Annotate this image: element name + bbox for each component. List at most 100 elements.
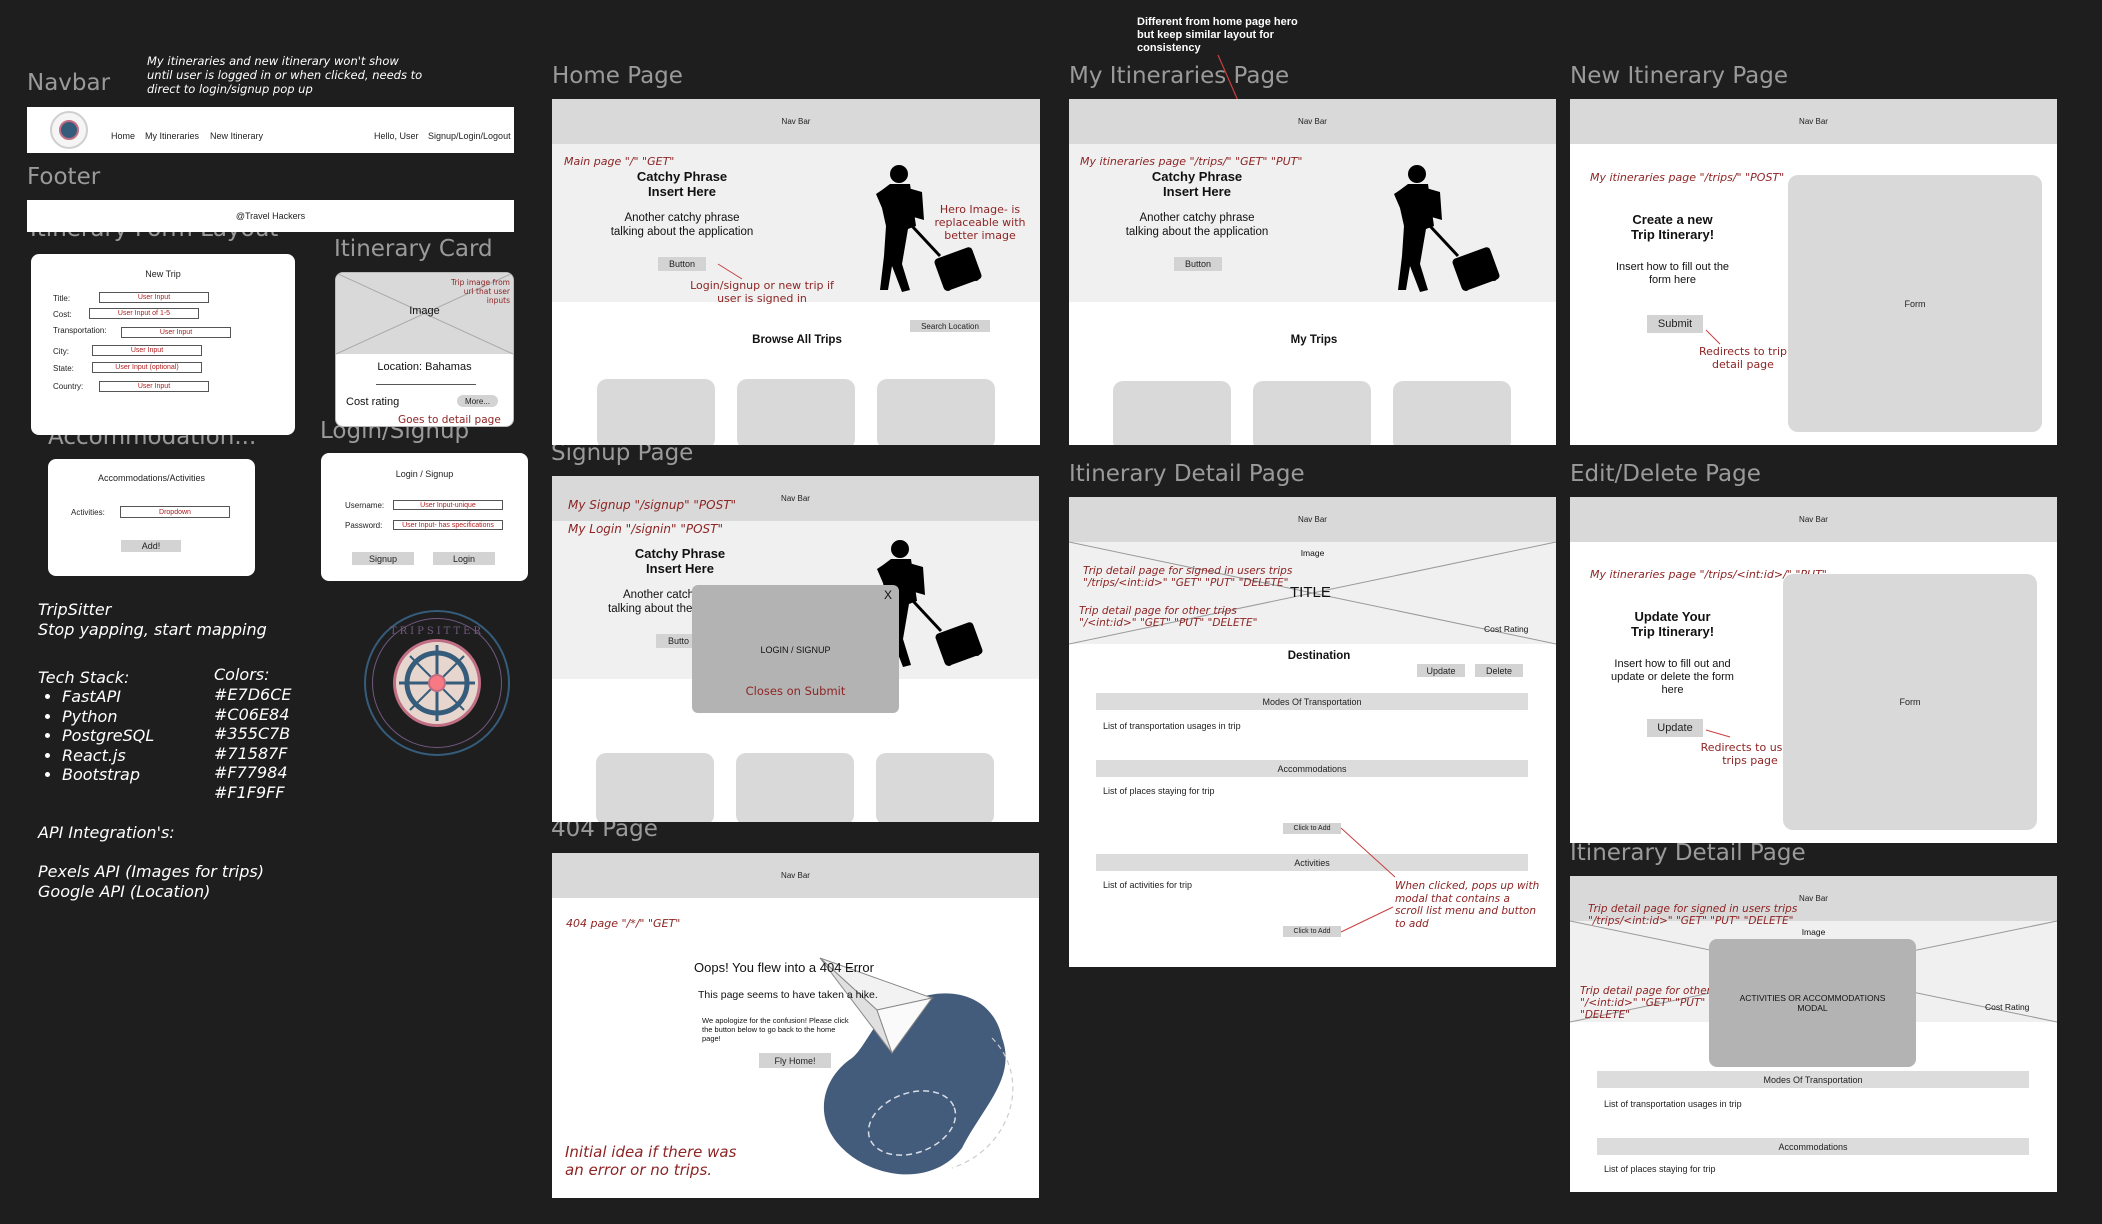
detail-route-other: Trip detail page for other trips "/<int:… xyxy=(1079,605,1258,629)
detail-route-signed-in: Trip detail page for signed in users tri… xyxy=(1083,565,1293,589)
detail-destination: Destination xyxy=(1287,650,1351,662)
myitin-route: My itineraries page "/trips/" "GET" "PUT… xyxy=(1080,155,1303,168)
detail2-route-other: Trip detail page for other "/<int:id>" "… xyxy=(1580,985,1711,1021)
color-item: #F77984 xyxy=(214,763,288,782)
card-image-note: Trip image from url that user inputs xyxy=(451,278,510,305)
home-trip-card[interactable] xyxy=(737,379,855,445)
detail-accom-list: List of places staying for trip xyxy=(1103,786,1215,796)
home-sub-1: Another catchy phrase xyxy=(624,212,740,224)
myitin-trip-card[interactable] xyxy=(1253,381,1371,445)
form-label-country: Country: xyxy=(53,382,84,391)
newitin-route: My itineraries page "/trips/" "POST" xyxy=(1590,171,1785,184)
p404-apology: We apologize for the confusion! Please c… xyxy=(702,1016,849,1043)
home-trip-card[interactable] xyxy=(597,379,715,445)
edit-form[interactable]: Form xyxy=(1783,574,2037,830)
detail-image-label: Image xyxy=(1300,548,1325,558)
myitin-catchy-1: Catchy Phrase xyxy=(1151,169,1243,184)
detail2-route-signed-in: Trip detail page for signed in users tri… xyxy=(1588,903,1798,927)
myitin-section-title: My Trips xyxy=(1290,334,1338,346)
detail-delete-button[interactable]: Delete xyxy=(1475,664,1523,677)
signup-button[interactable]: Signup xyxy=(352,552,414,565)
new-itinerary-page-mock: Nav Bar My itineraries page "/trips/" "P… xyxy=(1570,99,2057,445)
project-tagline: Stop yapping, start mapping xyxy=(38,620,267,639)
newitin-form[interactable]: Form xyxy=(1788,175,2042,432)
tech-stack-title: Tech Stack: xyxy=(38,668,130,687)
form-input-state[interactable]: User Input (optional) xyxy=(92,362,202,373)
login-button[interactable]: Login xyxy=(433,552,495,565)
newitin-body: Insert how to fill out the form here xyxy=(1615,261,1730,286)
form-input-transportation[interactable]: User Input xyxy=(121,327,231,338)
detail-accom-header: Accommodations xyxy=(1096,760,1528,777)
label-edit-delete: Edit/Delete Page xyxy=(1570,461,1761,487)
label-new-itinerary: New Itinerary Page xyxy=(1570,63,1789,89)
p404-heading: Oops! You flew into a 404 Error xyxy=(694,960,874,975)
username-label: Username: xyxy=(345,501,385,510)
edit-body: Insert how to fill out and update or del… xyxy=(1611,658,1734,696)
colors-list: #E7D6CE #C06E84 #355C7B #71587F #F77984 … xyxy=(214,685,291,802)
signup-trip-card[interactable] xyxy=(876,753,994,822)
newitin-navbar: Nav Bar xyxy=(1570,99,2057,144)
password-label: Password: xyxy=(345,521,383,530)
itinerary-card-mock[interactable]: Image Trip image from url that user inpu… xyxy=(335,272,514,427)
form-input-title[interactable]: User Input xyxy=(99,292,209,303)
edit-heading-1: Update Your xyxy=(1634,609,1711,624)
myitin-trip-card[interactable] xyxy=(1113,381,1231,445)
signup-catchy-1: Catchy Phrase xyxy=(634,546,726,561)
form-label-cost: Cost: xyxy=(53,310,72,319)
home-search-button[interactable]: Search Location xyxy=(910,320,990,332)
detail2-transport-list: List of transportation usages in trip xyxy=(1604,1099,1742,1109)
logo-icon xyxy=(50,111,88,149)
tech-item: Bootstrap xyxy=(62,765,154,785)
nav-link-home[interactable]: Home xyxy=(111,131,135,141)
newitin-submit-button[interactable]: Submit xyxy=(1647,315,1703,333)
modal-close-icon[interactable]: X xyxy=(884,588,892,602)
project-name: TripSitter xyxy=(38,600,112,619)
label-navbar: Navbar xyxy=(27,70,111,96)
tech-item: PostgreSQL xyxy=(62,726,154,746)
p404-fly-home-button[interactable]: Fly Home! xyxy=(759,1053,831,1068)
card-divider xyxy=(376,384,476,385)
card-image-placeholder: Image Trip image from url that user inpu… xyxy=(336,273,513,355)
form-input-city[interactable]: User Input xyxy=(92,345,202,356)
accom-label: Activities: xyxy=(71,508,105,517)
detail-accom-add-button[interactable]: Click to Add xyxy=(1283,823,1341,834)
myitin-catchy-2: Insert Here xyxy=(1163,184,1231,199)
signup-trip-card[interactable] xyxy=(736,753,854,822)
api-title: API Integration's: xyxy=(38,823,175,842)
password-input[interactable]: User Input- has specifications xyxy=(393,520,503,530)
detail-transport-header: Modes Of Transportation xyxy=(1096,693,1528,710)
myitin-trip-card[interactable] xyxy=(1393,381,1511,445)
nav-link-my-itineraries[interactable]: My Itineraries xyxy=(145,131,199,141)
p404-route: 404 page "/*/" "GET" xyxy=(566,917,681,930)
detail-popup-note: When clicked, pops up with modal that co… xyxy=(1395,880,1540,930)
modal-title: LOGIN / SIGNUP xyxy=(760,645,831,655)
label-itinerary-detail-2: Itinerary Detail Page xyxy=(1570,840,1806,866)
card-more-button[interactable]: More... xyxy=(457,395,498,407)
username-input[interactable]: User Input-unique xyxy=(393,500,503,510)
detail-update-button[interactable]: Update xyxy=(1417,664,1465,677)
label-itinerary-card: Itinerary Card xyxy=(334,236,493,262)
label-home-page: Home Page xyxy=(552,63,683,89)
detail2-modal-title: ACTIVITIES OR ACCOMMODATIONS MODAL xyxy=(1739,993,1886,1013)
form-input-cost[interactable]: User Input of 1-5 xyxy=(89,308,199,319)
detail-activities-add-button[interactable]: Click to Add xyxy=(1283,926,1341,937)
nav-auth-link[interactable]: Signup/Login/Logout xyxy=(428,131,511,141)
home-hero-button[interactable]: Button xyxy=(658,257,706,271)
nav-link-new-itinerary[interactable]: New Itinerary xyxy=(210,131,263,141)
signup-trip-card[interactable] xyxy=(596,753,714,822)
form-label-city: City: xyxy=(53,347,69,356)
p404-navbar: Nav Bar xyxy=(552,853,1039,898)
edit-update-button[interactable]: Update xyxy=(1647,719,1703,737)
myitin-hero-button[interactable]: Button xyxy=(1174,257,1222,271)
detail2-cost-rating: Cost Rating xyxy=(1985,1002,2030,1012)
form-input-country[interactable]: User Input xyxy=(99,381,209,392)
home-trip-card[interactable] xyxy=(877,379,995,445)
color-item: #71587F xyxy=(214,743,288,763)
api-item: Pexels API (Images for trips) xyxy=(38,862,264,881)
my-itineraries-page-mock: Nav Bar My itineraries page "/trips/" "G… xyxy=(1069,99,1556,445)
colors-title: Colors: xyxy=(214,665,270,684)
accom-add-button[interactable]: Add! xyxy=(121,540,181,552)
navbar-mock: Home My Itineraries New Itinerary Hello,… xyxy=(27,107,514,153)
accom-dropdown[interactable]: Dropdown xyxy=(120,506,230,518)
itinerary-form-mock: New Trip Title: User Input Cost: User In… xyxy=(31,254,295,435)
